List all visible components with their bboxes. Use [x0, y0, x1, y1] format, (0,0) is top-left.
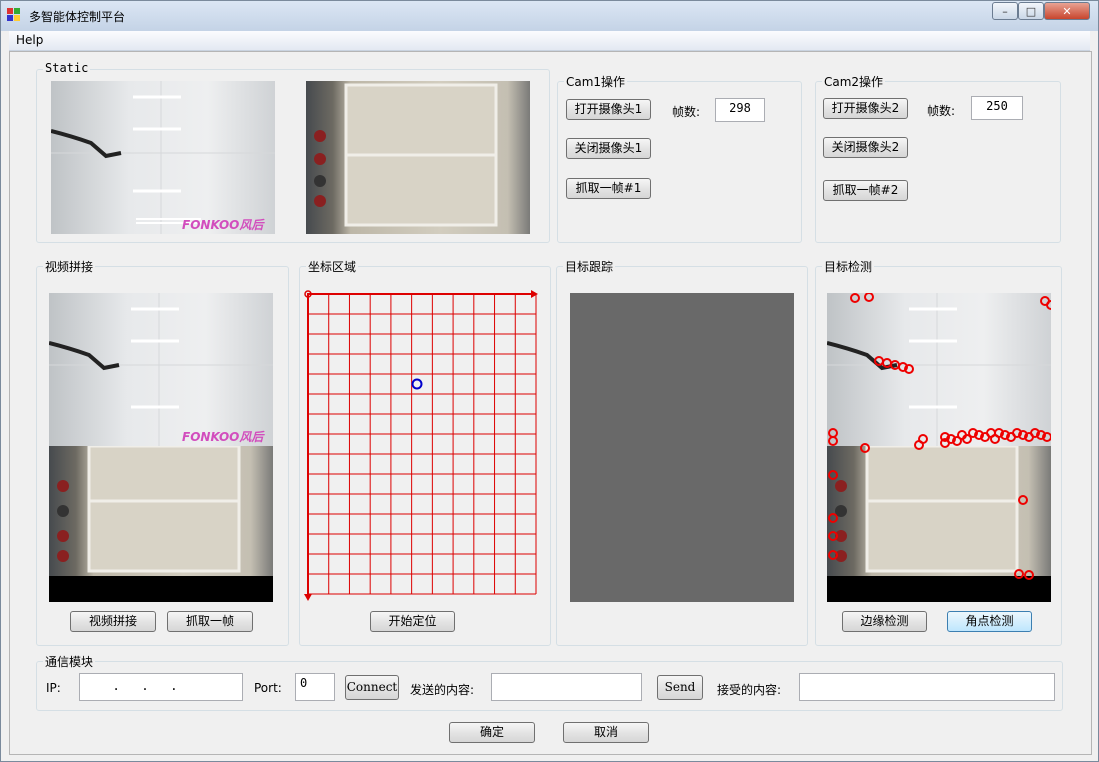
video-stitch-button[interactable]: 视频拼接	[70, 611, 156, 632]
corner-marker	[874, 356, 884, 366]
menu-bar: Help	[9, 31, 1090, 51]
grab-frame-cam2-button[interactable]: 抓取一帧#2	[823, 180, 908, 201]
cam1-fps-label: 帧数:	[672, 105, 701, 119]
corner-marker	[1024, 570, 1034, 580]
send-button[interactable]: Send	[657, 675, 703, 700]
open-cam1-button[interactable]: 打开摄像头1	[566, 99, 651, 120]
app-icon	[7, 8, 20, 21]
client-area: Static FONKOO风后 Cam1操作 打开摄像头1 帧数: 298 关闭…	[9, 51, 1092, 755]
cam1-fps-field[interactable]: 298	[715, 98, 765, 122]
open-cam2-button[interactable]: 打开摄像头2	[823, 98, 908, 119]
y-axis-arrow-icon	[304, 594, 312, 601]
stitched-watermark: FONKOO风后	[182, 430, 264, 444]
send-content-label: 发送的内容:	[410, 683, 475, 697]
static-cam2-scene	[314, 83, 498, 227]
close-cam2-button[interactable]: 关闭摄像头2	[823, 137, 908, 158]
static-cam1-watermark: FONKOO风后	[182, 218, 264, 232]
menu-help[interactable]: Help	[16, 33, 43, 47]
corner-marker	[1046, 300, 1051, 310]
coordinate-grid[interactable]	[302, 288, 542, 606]
tracking-view	[570, 293, 794, 602]
corner-markers	[828, 293, 1051, 580]
corner-marker	[882, 358, 892, 368]
static-group-label: Static	[43, 61, 91, 75]
maximize-button[interactable]: □	[1018, 2, 1044, 20]
grid-lines	[307, 293, 537, 595]
comm-group-label: 通信模块	[43, 653, 96, 670]
cam2-group-label: Cam2操作	[822, 73, 886, 90]
corner-marker	[828, 470, 838, 480]
ip-address-field[interactable]: . . .	[79, 673, 243, 701]
corner-marker	[1018, 495, 1028, 505]
corner-marker	[890, 360, 900, 370]
corner-marker	[828, 513, 838, 523]
target-position-marker	[411, 378, 423, 390]
port-label: Port:	[254, 681, 282, 695]
stitch-group-label: 视频拼接	[43, 258, 96, 275]
coords-group-label: 坐标区域	[306, 258, 359, 275]
corner-marker	[828, 550, 838, 560]
stitched-video-image: FONKOO风后	[49, 293, 273, 602]
window-title: 多智能体控制平台	[29, 10, 126, 24]
port-field[interactable]: 0	[295, 673, 335, 701]
detect-group-label: 目标检测	[822, 258, 875, 275]
corner-marker	[918, 434, 928, 444]
corner-marker	[864, 293, 874, 302]
static-cam1-image: FONKOO风后	[51, 81, 275, 234]
send-content-field[interactable]	[491, 673, 642, 701]
cam2-fps-field[interactable]: 250	[971, 96, 1023, 120]
received-content-label: 接受的内容:	[717, 683, 782, 697]
x-axis-arrow-icon	[531, 290, 538, 298]
main-window: 多智能体控制平台 – □ ✕ Help Static FONKOO风后 Cam1…	[0, 0, 1099, 762]
tracking-group-label: 目标跟踪	[563, 258, 616, 275]
static-cam2-image	[306, 81, 530, 234]
close-cam1-button[interactable]: 关闭摄像头1	[566, 138, 651, 159]
minimize-button[interactable]: –	[992, 2, 1018, 20]
static-cam1-scene	[51, 81, 275, 234]
corner-marker	[1014, 569, 1024, 579]
corner-detect-button[interactable]: 角点检测	[947, 611, 1032, 632]
ip-label: IP:	[46, 681, 61, 695]
corner-marker	[828, 436, 838, 446]
grab-frame-button[interactable]: 抓取一帧	[167, 611, 253, 632]
cam1-group-label: Cam1操作	[564, 73, 628, 90]
cam2-fps-label: 帧数:	[927, 104, 956, 118]
stitched-top-scene	[49, 293, 273, 446]
connect-button[interactable]: Connect	[345, 675, 399, 700]
ok-button[interactable]: 确定	[449, 722, 535, 743]
corner-marker	[828, 428, 838, 438]
cancel-button[interactable]: 取消	[563, 722, 649, 743]
received-content-field[interactable]	[799, 673, 1055, 701]
corner-marker	[860, 443, 870, 453]
close-button[interactable]: ✕	[1044, 2, 1090, 20]
grab-frame-cam1-button[interactable]: 抓取一帧#1	[566, 178, 651, 199]
detection-image	[827, 293, 1051, 602]
stitched-bottom-scene	[57, 444, 241, 573]
corner-marker	[850, 293, 860, 303]
edge-detect-button[interactable]: 边缘检测	[842, 611, 927, 632]
start-locate-button[interactable]: 开始定位	[370, 611, 455, 632]
title-bar: 多智能体控制平台 – □ ✕	[1, 1, 1098, 31]
corner-marker	[828, 531, 838, 541]
